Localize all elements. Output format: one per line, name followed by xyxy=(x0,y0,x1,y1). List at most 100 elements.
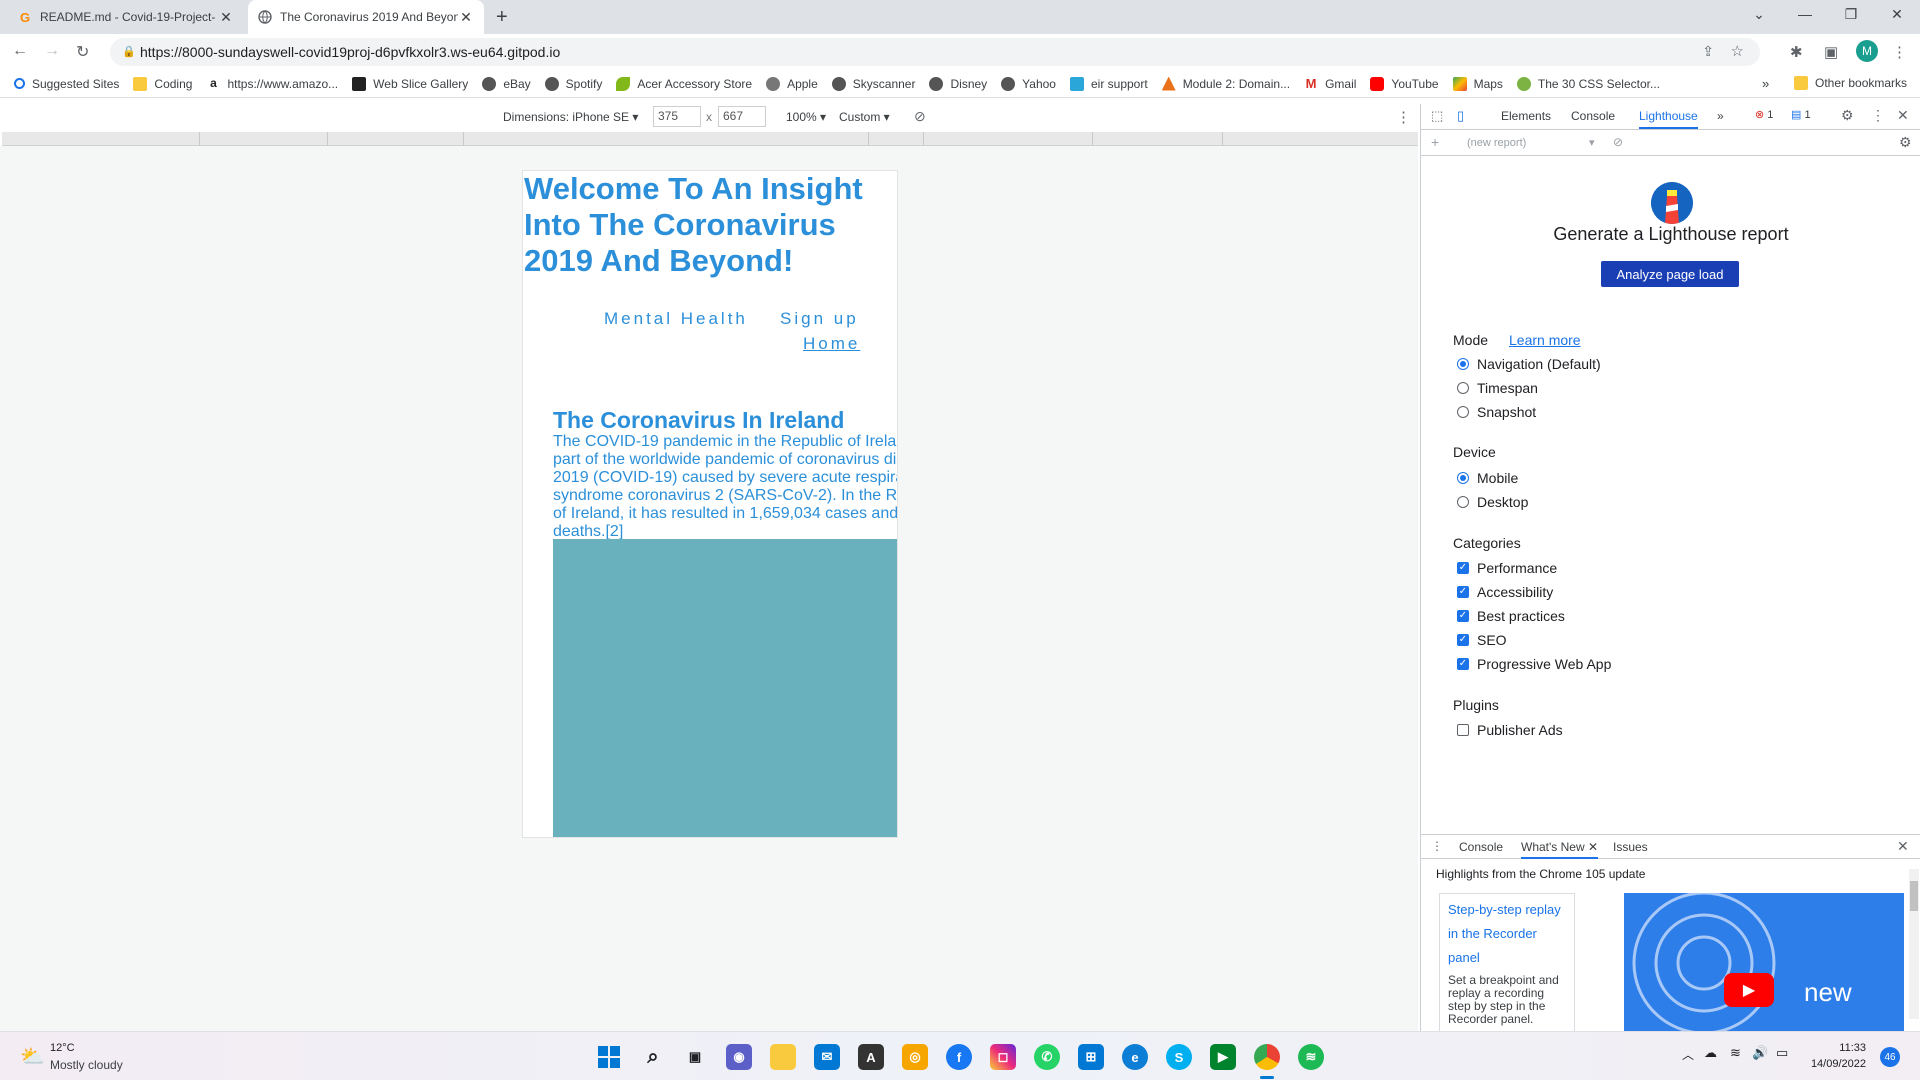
minimize-icon[interactable]: — xyxy=(1782,6,1828,22)
back-icon[interactable]: ← xyxy=(12,42,28,60)
lighthouse-settings-icon[interactable]: ⚙ xyxy=(1899,134,1912,151)
other-bookmarks[interactable]: Other bookmarks xyxy=(1794,76,1907,90)
error-badge[interactable]: ⊗ 1 xyxy=(1755,108,1773,121)
drawer-scrollbar[interactable] xyxy=(1909,869,1919,1019)
battery-icon[interactable]: ▭ xyxy=(1776,1045,1788,1061)
spotify-icon[interactable]: ≋ xyxy=(1298,1044,1324,1070)
report-selector[interactable]: (new report) xyxy=(1467,137,1526,149)
report-dropdown-icon[interactable]: ▾ xyxy=(1589,136,1595,149)
device-desktop-radio[interactable]: Desktop xyxy=(1457,494,1528,510)
clock-time[interactable]: 11:33 xyxy=(1812,1042,1866,1054)
youtube-play-icon[interactable]: ▶ xyxy=(1724,973,1774,1007)
tab-coronavirus[interactable]: The Coronavirus 2019 And Beyon ✕ xyxy=(248,0,484,34)
devtools-menu-icon[interactable]: ⋮ xyxy=(1871,107,1885,124)
side-panel-icon[interactable]: ▣ xyxy=(1824,43,1838,61)
bookmark-apple[interactable]: Apple xyxy=(766,76,818,91)
bookmark-module-2[interactable]: Module 2: Domain... xyxy=(1161,76,1290,91)
more-options-icon[interactable]: ⋮ xyxy=(1396,108,1411,126)
bookmark-gmail[interactable]: M Gmail xyxy=(1304,76,1356,91)
bookmark-eir-support[interactable]: eir support xyxy=(1069,76,1148,91)
bookmark-amazon[interactable]: a https://www.amazo... xyxy=(206,76,338,91)
plugin-publisher-ads-checkbox[interactable]: Publisher Ads xyxy=(1457,722,1563,738)
close-drawer-icon[interactable]: ✕ xyxy=(1897,838,1909,855)
close-devtools-icon[interactable]: ✕ xyxy=(1897,107,1909,124)
search-icon[interactable]: ⌕ xyxy=(640,1044,666,1070)
vpn-icon[interactable]: ◎ xyxy=(902,1044,928,1070)
weather-icon[interactable]: ⛅ xyxy=(20,1044,45,1069)
category-seo-checkbox[interactable]: ✓ SEO xyxy=(1457,632,1507,648)
volume-icon[interactable]: 🔊 xyxy=(1752,1045,1768,1061)
teams-chat-icon[interactable]: ◉ xyxy=(726,1044,752,1070)
bookmark-disney[interactable]: Disney xyxy=(929,76,987,91)
more-tabs-icon[interactable]: » xyxy=(1717,109,1724,123)
mode-navigation-radio[interactable]: Navigation (Default) xyxy=(1457,356,1601,372)
tab-elements[interactable]: Elements xyxy=(1501,109,1551,123)
category-accessibility-checkbox[interactable]: ✓ Accessibility xyxy=(1457,584,1553,600)
share-icon[interactable]: ⇪ xyxy=(1702,43,1714,60)
bookmark-css-selectors[interactable]: The 30 CSS Selector... xyxy=(1516,76,1660,91)
tab-lighthouse[interactable]: Lighthouse xyxy=(1639,109,1698,129)
bookmark-suggested-sites[interactable]: Suggested Sites xyxy=(14,77,119,91)
close-tab-icon[interactable]: ✕ xyxy=(218,9,234,26)
drawer-tab-issues[interactable]: Issues xyxy=(1613,840,1648,854)
forward-icon[interactable]: → xyxy=(44,42,60,60)
nav-sign-up[interactable]: Sign up xyxy=(780,309,859,329)
app-store-icon[interactable]: ⊞ xyxy=(1078,1044,1104,1070)
media-query-ruler[interactable] xyxy=(2,132,1418,146)
bookmark-yahoo[interactable]: Yahoo xyxy=(1001,76,1056,91)
instagram-icon[interactable]: ◻ xyxy=(990,1044,1016,1070)
task-view-icon[interactable]: ▣ xyxy=(682,1044,708,1070)
settings-icon[interactable]: ⚙ xyxy=(1841,107,1854,124)
address-bar[interactable]: 🔒 https://8000-sundayswell-covid19proj-d… xyxy=(110,38,1760,66)
device-toggle-icon[interactable]: ▯ xyxy=(1457,108,1464,124)
category-performance-checkbox[interactable]: ✓ Performance xyxy=(1457,560,1557,576)
bookmark-web-slice-gallery[interactable]: Web Slice Gallery xyxy=(352,76,468,91)
tab-readme[interactable]: G README.md - Covid-19-Project- ✕ xyxy=(8,0,244,34)
wifi-icon[interactable]: ≋ xyxy=(1730,1045,1741,1061)
bookmarks-overflow-icon[interactable]: » xyxy=(1762,76,1769,91)
mode-snapshot-radio[interactable]: Snapshot xyxy=(1457,404,1536,420)
learn-more-link[interactable]: Learn more xyxy=(1509,332,1581,348)
extensions-icon[interactable]: ✱ xyxy=(1790,43,1803,61)
edge-icon[interactable]: e xyxy=(1122,1044,1148,1070)
file-explorer-icon[interactable] xyxy=(770,1044,796,1070)
bookmark-acer[interactable]: Acer Accessory Store xyxy=(616,76,752,91)
zoom-dropdown[interactable]: 100% ▾ xyxy=(786,110,826,124)
notification-badge[interactable]: 46 xyxy=(1880,1047,1900,1067)
url-text[interactable]: https://8000-sundayswell-covid19proj-d6p… xyxy=(140,44,560,60)
nav-mental-health[interactable]: Mental Health xyxy=(604,309,748,329)
star-icon[interactable]: ☆ xyxy=(1731,42,1744,60)
show-hidden-icons[interactable]: ︿ xyxy=(1682,1046,1694,1063)
category-pwa-checkbox[interactable]: ✓ Progressive Web App xyxy=(1457,656,1611,672)
analyze-page-load-button[interactable]: Analyze page load xyxy=(1601,261,1739,287)
app-icon[interactable]: A xyxy=(858,1044,884,1070)
drawer-tab-whats-new[interactable]: What's New ✕ xyxy=(1521,840,1599,859)
new-tab-icon[interactable]: + xyxy=(496,6,508,29)
device-mobile-radio[interactable]: Mobile xyxy=(1457,470,1518,486)
message-badge[interactable]: ▤ 1 xyxy=(1791,108,1811,121)
mode-timespan-radio[interactable]: Timespan xyxy=(1457,380,1538,396)
bookmark-ebay[interactable]: eBay xyxy=(482,76,531,91)
throttle-dropdown[interactable]: Custom ▾ xyxy=(839,110,890,124)
mail-icon[interactable]: ✉ xyxy=(814,1044,840,1070)
skype-icon[interactable]: S xyxy=(1166,1044,1192,1070)
restore-icon[interactable]: ❐ xyxy=(1828,6,1874,23)
drawer-tab-console[interactable]: Console xyxy=(1459,840,1503,854)
tab-search-icon[interactable]: ⌄ xyxy=(1736,6,1782,23)
bookmark-maps[interactable]: Maps xyxy=(1452,76,1503,91)
card-title[interactable]: Step-by-step replay in the Recorder pane… xyxy=(1448,898,1566,970)
close-window-icon[interactable]: ✕ xyxy=(1874,6,1920,23)
height-input[interactable]: 667 xyxy=(718,106,766,127)
rotate-icon[interactable]: ⊘ xyxy=(914,108,926,125)
bookmark-youtube[interactable]: YouTube xyxy=(1370,76,1439,91)
dimensions-dropdown[interactable]: Dimensions: iPhone SE ▾ xyxy=(503,110,638,124)
drawer-menu-icon[interactable]: ⋮ xyxy=(1431,839,1443,853)
inspect-icon[interactable]: ⬚ xyxy=(1431,108,1443,124)
close-tab-icon[interactable]: ✕ xyxy=(458,9,474,26)
tab-console[interactable]: Console xyxy=(1571,109,1615,123)
whats-new-card[interactable]: Step-by-step replay in the Recorder pane… xyxy=(1439,893,1575,1033)
bookmark-skyscanner[interactable]: Skyscanner xyxy=(831,76,915,91)
nav-home[interactable]: Home xyxy=(803,334,860,354)
width-input[interactable]: 375 xyxy=(653,106,701,127)
add-report-icon[interactable]: + xyxy=(1431,134,1439,150)
